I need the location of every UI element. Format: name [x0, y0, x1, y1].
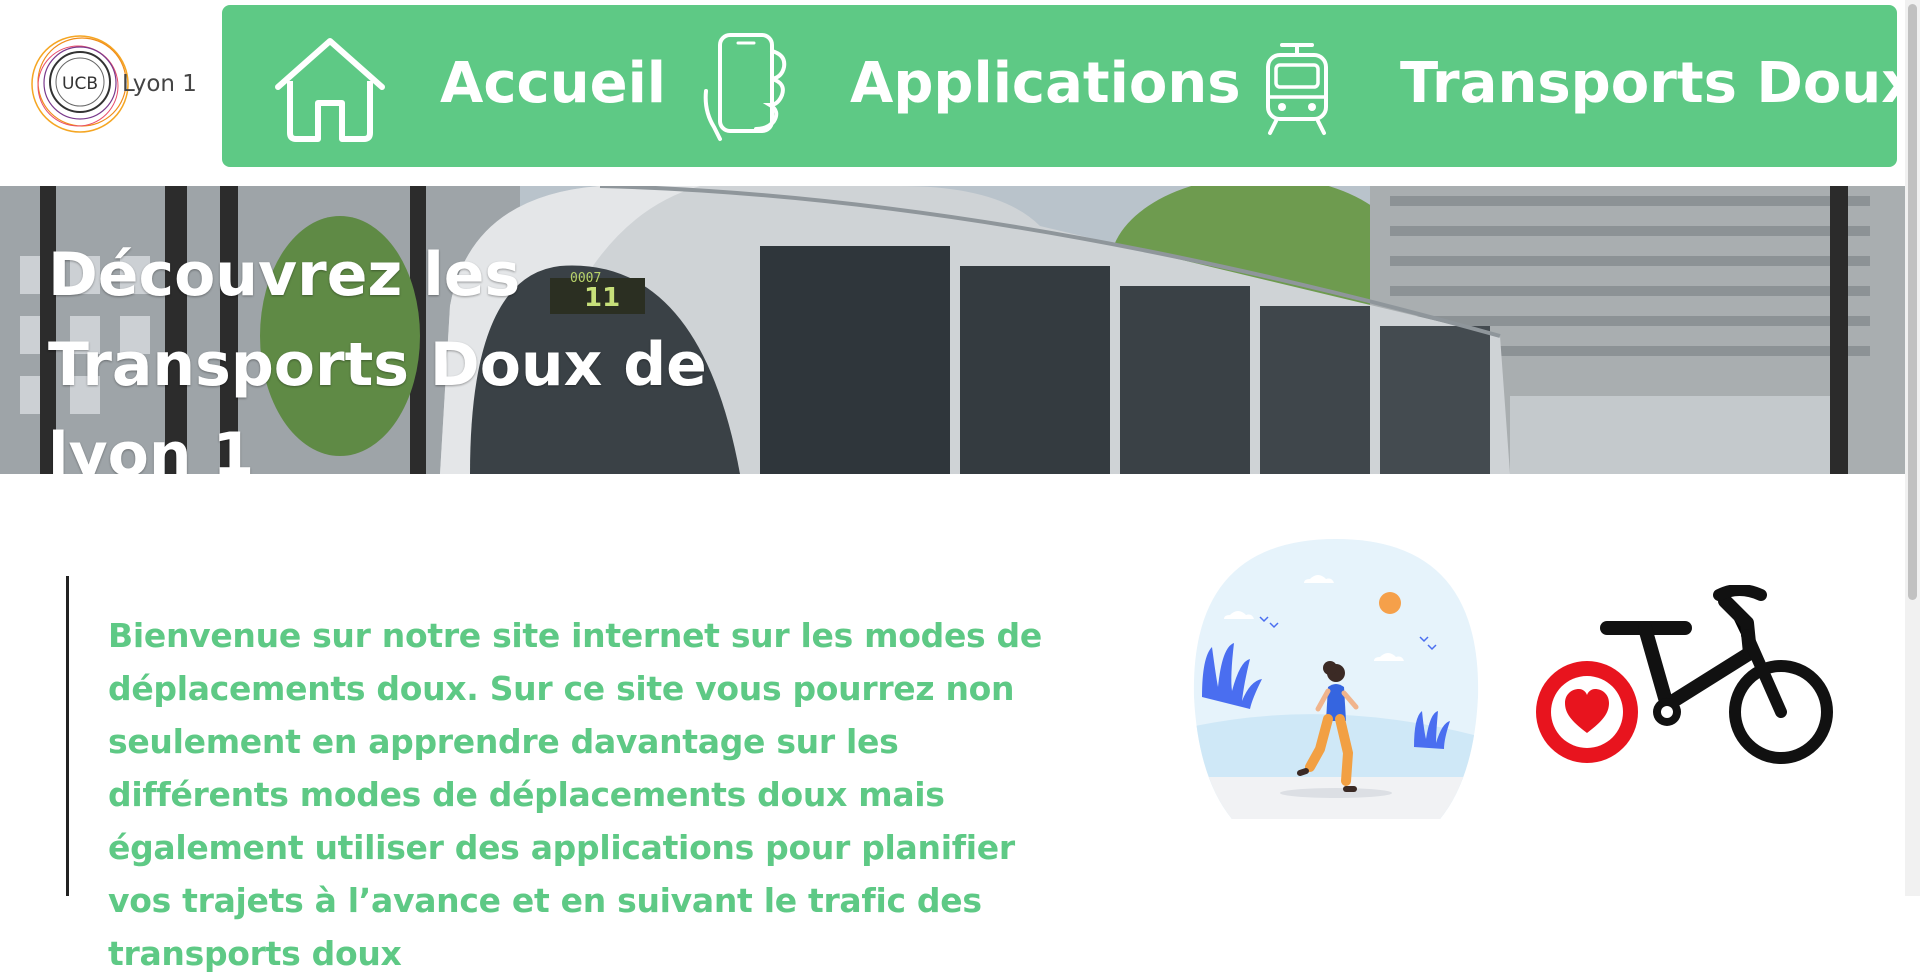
logo-text: Lyon 1 [122, 71, 197, 97]
velov-bike-icon [1536, 585, 1833, 764]
tram-icon [1266, 43, 1328, 135]
nav-applications[interactable]: Applications [702, 5, 1241, 167]
main-navbar: Accueil Applications Transports Doux [222, 5, 1917, 167]
site-logo[interactable]: UCB Lyon 1 [30, 26, 200, 146]
nav-accueil[interactable]: Accueil [270, 5, 666, 167]
logo-mark: UCB [62, 74, 98, 94]
smartphone-hand-icon [703, 33, 787, 141]
quote-divider [66, 576, 69, 896]
scrollbar-thumb[interactable] [1908, 4, 1917, 600]
hero-banner: 0007 11 Découvrez les Transports Doux de… [0, 186, 1905, 474]
home-icon [275, 38, 385, 142]
hero-title: Découvrez les Transports Doux de lyon 1 [48, 240, 707, 474]
nav-accueil-label: Accueil [440, 51, 666, 116]
nav-transports-doux-label: Transports Doux [1400, 51, 1918, 116]
logo-circles-icon: UCB [31, 35, 129, 133]
nav-transports-doux[interactable]: Transports Doux [1262, 5, 1917, 167]
intro-paragraph: Bienvenue sur notre site internet sur le… [108, 616, 1042, 973]
nav-applications-label: Applications [850, 51, 1241, 116]
runner-illustration [1193, 539, 1479, 819]
page-scrollbar[interactable] [1905, 0, 1920, 896]
